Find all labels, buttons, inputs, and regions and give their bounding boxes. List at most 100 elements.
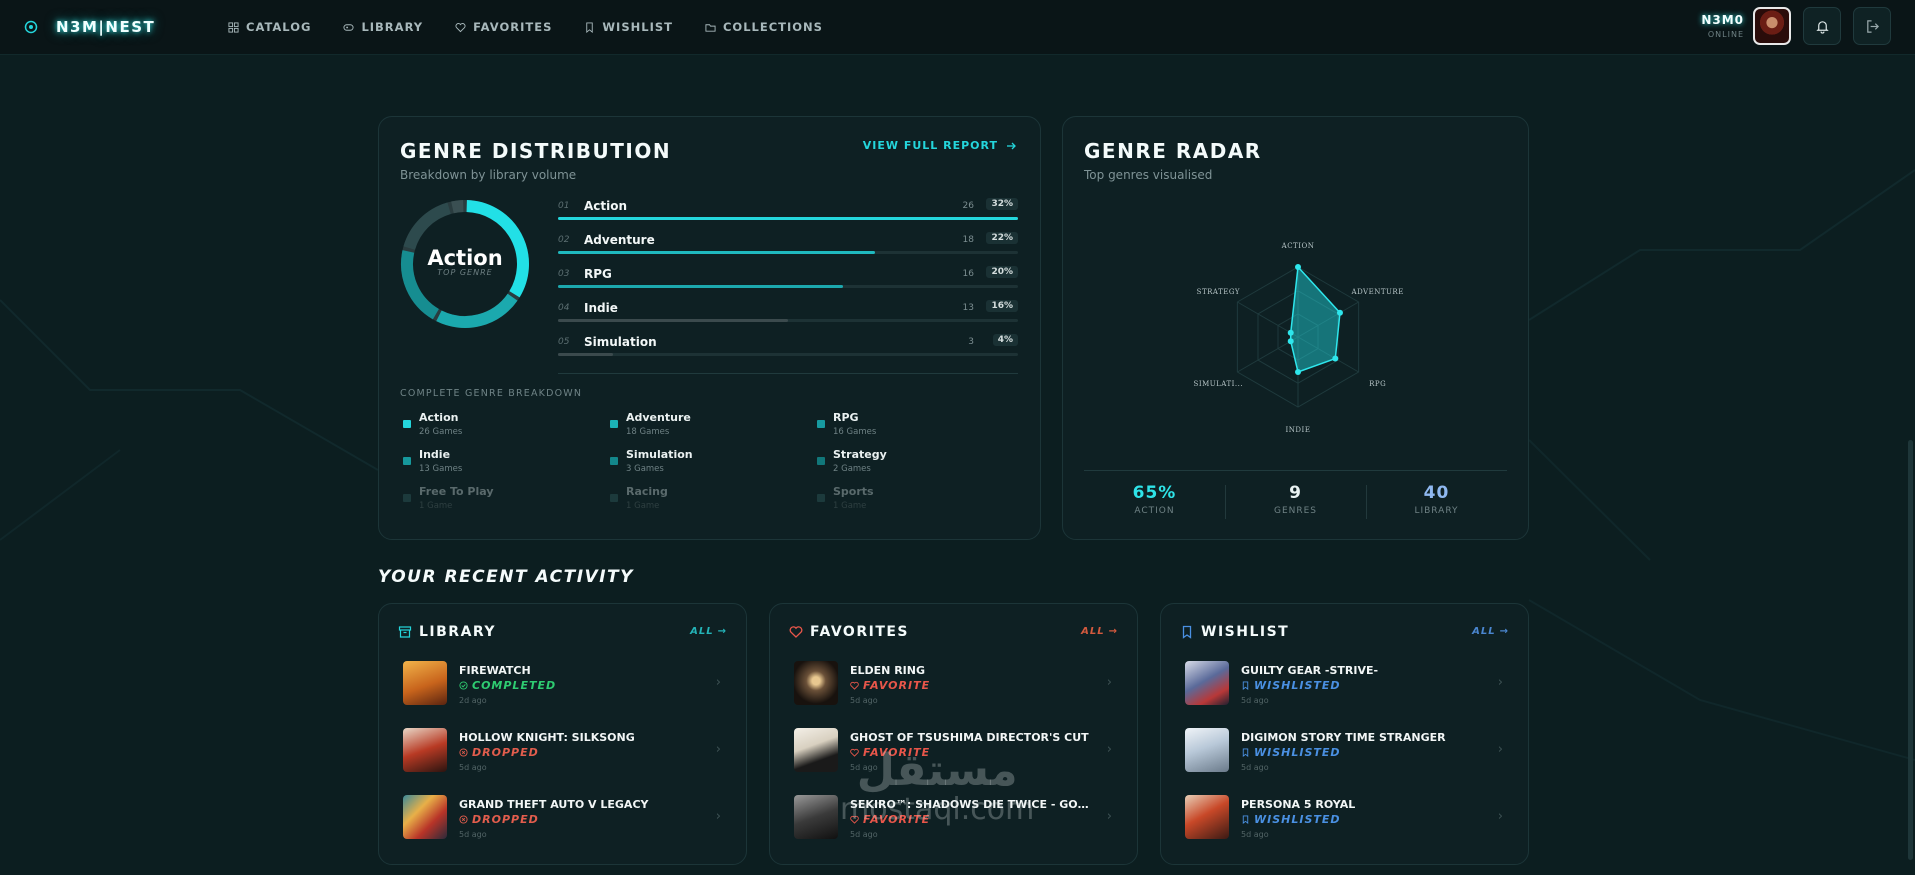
bookmark-icon: [1182, 625, 1192, 639]
genre-breakdown-item[interactable]: Action 26 Games: [403, 411, 603, 445]
genre-bar-row[interactable]: 04 Indie 13 16%: [558, 299, 1018, 333]
activity-item[interactable]: GRAND THEFT AUTO V LEGACY DROPPED 5d ago…: [403, 795, 725, 845]
library-all-link[interactable]: ALL →: [690, 626, 727, 637]
nav-favorites-label: FAVORITES: [473, 20, 553, 34]
stat-top-genre: 65% ACTION: [1084, 471, 1225, 530]
arrow-right-icon: →: [1499, 626, 1509, 637]
genre-breakdown-item[interactable]: Free To Play 1 Game: [403, 485, 603, 519]
genre-radar-title: GENRE RADAR: [1084, 139, 1262, 163]
user-status: ONLINE: [1707, 30, 1744, 39]
genre-rank: 04: [558, 303, 570, 313]
genre-breakdown-item[interactable]: Racing 1 Game: [610, 485, 810, 519]
genre-breakdown-count: 13 Games: [419, 464, 463, 474]
genre-bar-fill: [558, 285, 844, 288]
stat-value: 9: [1289, 483, 1302, 503]
top-genre-name: Action: [427, 246, 503, 270]
status-wishlisted: WISHLISTED: [1241, 679, 1341, 692]
genre-breakdown-item[interactable]: Indie 13 Games: [403, 448, 603, 482]
genre-bar-row[interactable]: 05 Simulation 3 4%: [558, 333, 1018, 367]
heart-icon: [850, 681, 859, 690]
genre-bar-track: [558, 353, 1018, 356]
radar-point: [1287, 338, 1294, 345]
genre-color-swatch: [403, 420, 411, 428]
donut-slice: [451, 200, 464, 214]
activity-item[interactable]: HOLLOW KNIGHT: SILKSONG DROPPED 5d ago ›: [403, 728, 725, 778]
chevron-right-icon: ›: [715, 742, 721, 757]
game-title: PERSONA 5 ROYAL: [1241, 798, 1356, 811]
genre-breakdown-item[interactable]: Sports 1 Game: [817, 485, 1017, 519]
nav-wishlist[interactable]: WISHLIST: [584, 20, 673, 34]
status-dropped: DROPPED: [459, 746, 539, 759]
activity-item[interactable]: DIGIMON STORY TIME STRANGER WISHLISTED 5…: [1185, 728, 1507, 778]
genre-rank: 03: [558, 269, 570, 279]
all-label: ALL: [690, 626, 714, 637]
donut-center: Action TOP GENRE: [400, 246, 530, 277]
x-circle-icon: [459, 748, 468, 757]
watermark-arabic: مستقل: [856, 745, 1018, 796]
genre-count: 16: [962, 269, 974, 279]
genre-bar-row[interactable]: 02 Adventure 18 22%: [558, 231, 1018, 265]
status-label: WISHLISTED: [1254, 679, 1341, 692]
activity-item[interactable]: FIREWATCH COMPLETED 2d ago ›: [403, 661, 725, 711]
genre-distribution-panel: GENRE DISTRIBUTION Breakdown by library …: [378, 116, 1041, 540]
genre-breakdown-count: 2 Games: [833, 464, 871, 474]
status-dropped: DROPPED: [459, 813, 539, 826]
genre-bar-row[interactable]: 01 Action 26 32%: [558, 197, 1018, 231]
nav-library[interactable]: LIBRARY: [343, 20, 423, 34]
favorites-card-title: FAVORITES: [810, 624, 910, 640]
nav-collections[interactable]: COLLECTIONS: [705, 20, 823, 34]
genre-breakdown-count: 1 Game: [419, 501, 453, 511]
genre-breakdown-count: 1 Game: [833, 501, 867, 511]
radar-area: [1289, 265, 1341, 373]
all-label: ALL: [1081, 626, 1105, 637]
genre-percent: 22%: [986, 232, 1018, 244]
genre-breakdown-item[interactable]: Adventure 18 Games: [610, 411, 810, 445]
watermark: مستقل mostaql.com: [840, 745, 1034, 826]
status-label: WISHLISTED: [1254, 746, 1341, 759]
genre-breakdown-name: Simulation: [626, 448, 693, 461]
radar-axis-label: ADVENTURE: [1351, 288, 1404, 296]
status-label: WISHLISTED: [1254, 813, 1341, 826]
logo-icon: [24, 20, 38, 34]
genre-count: 3: [968, 337, 974, 347]
radar-axis-label: STRATEGY: [1197, 288, 1240, 296]
favorites-all-link[interactable]: ALL →: [1081, 626, 1118, 637]
nav-favorites[interactable]: FAVORITES: [455, 20, 552, 34]
genre-breakdown-item[interactable]: Strategy 2 Games: [817, 448, 1017, 482]
activity-item[interactable]: PERSONA 5 ROYAL WISHLISTED 5d ago ›: [1185, 795, 1507, 845]
activity-item[interactable]: GUILTY GEAR -STRIVE- WISHLISTED 5d ago ›: [1185, 661, 1507, 711]
chevron-right-icon: ›: [1106, 742, 1112, 757]
status-completed: COMPLETED: [459, 679, 556, 692]
activity-item[interactable]: ELDEN RING FAVORITE 5d ago ›: [794, 661, 1116, 711]
brand-name: N3M|NEST: [56, 18, 156, 36]
activity-time: 5d ago: [459, 763, 487, 772]
nav-catalog[interactable]: CATALOG: [228, 20, 311, 34]
genre-color-swatch: [403, 494, 411, 502]
avatar[interactable]: [1753, 7, 1791, 45]
nav-wishlist-label: WISHLIST: [602, 20, 673, 34]
chevron-right-icon: ›: [1497, 742, 1503, 757]
radar-point: [1295, 264, 1301, 270]
game-thumbnail: [403, 795, 447, 839]
genre-bar-track: [558, 251, 1018, 254]
genre-breakdown-item[interactable]: Simulation 3 Games: [610, 448, 810, 482]
bell-icon: [1815, 20, 1829, 34]
genre-breakdown-name: Adventure: [626, 411, 691, 424]
wishlist-all-link[interactable]: ALL →: [1472, 626, 1509, 637]
brand[interactable]: N3M|NEST: [24, 18, 224, 36]
x-circle-icon: [459, 815, 468, 824]
genre-bar-row[interactable]: 03 RPG 16 20%: [558, 265, 1018, 299]
scrollbar[interactable]: [1908, 440, 1913, 860]
game-thumbnail: [403, 661, 447, 705]
logout-button[interactable]: [1853, 7, 1891, 45]
genre-bar-track: [558, 285, 1018, 288]
game-title: ELDEN RING: [850, 664, 926, 677]
radar-axis-label: RPG: [1369, 380, 1386, 388]
top-navigation: N3M|NEST CATALOG LIBRARY FAVORITES WISHL…: [0, 0, 1915, 55]
genre-breakdown-item[interactable]: RPG 16 Games: [817, 411, 1017, 445]
stat-library: 40 LIBRARY: [1366, 471, 1507, 530]
genre-name: Indie: [584, 301, 618, 315]
notifications-button[interactable]: [1803, 7, 1841, 45]
user-info: N3M0 ONLINE: [1701, 13, 1744, 39]
view-full-report-link[interactable]: VIEW FULL REPORT: [863, 139, 1016, 152]
